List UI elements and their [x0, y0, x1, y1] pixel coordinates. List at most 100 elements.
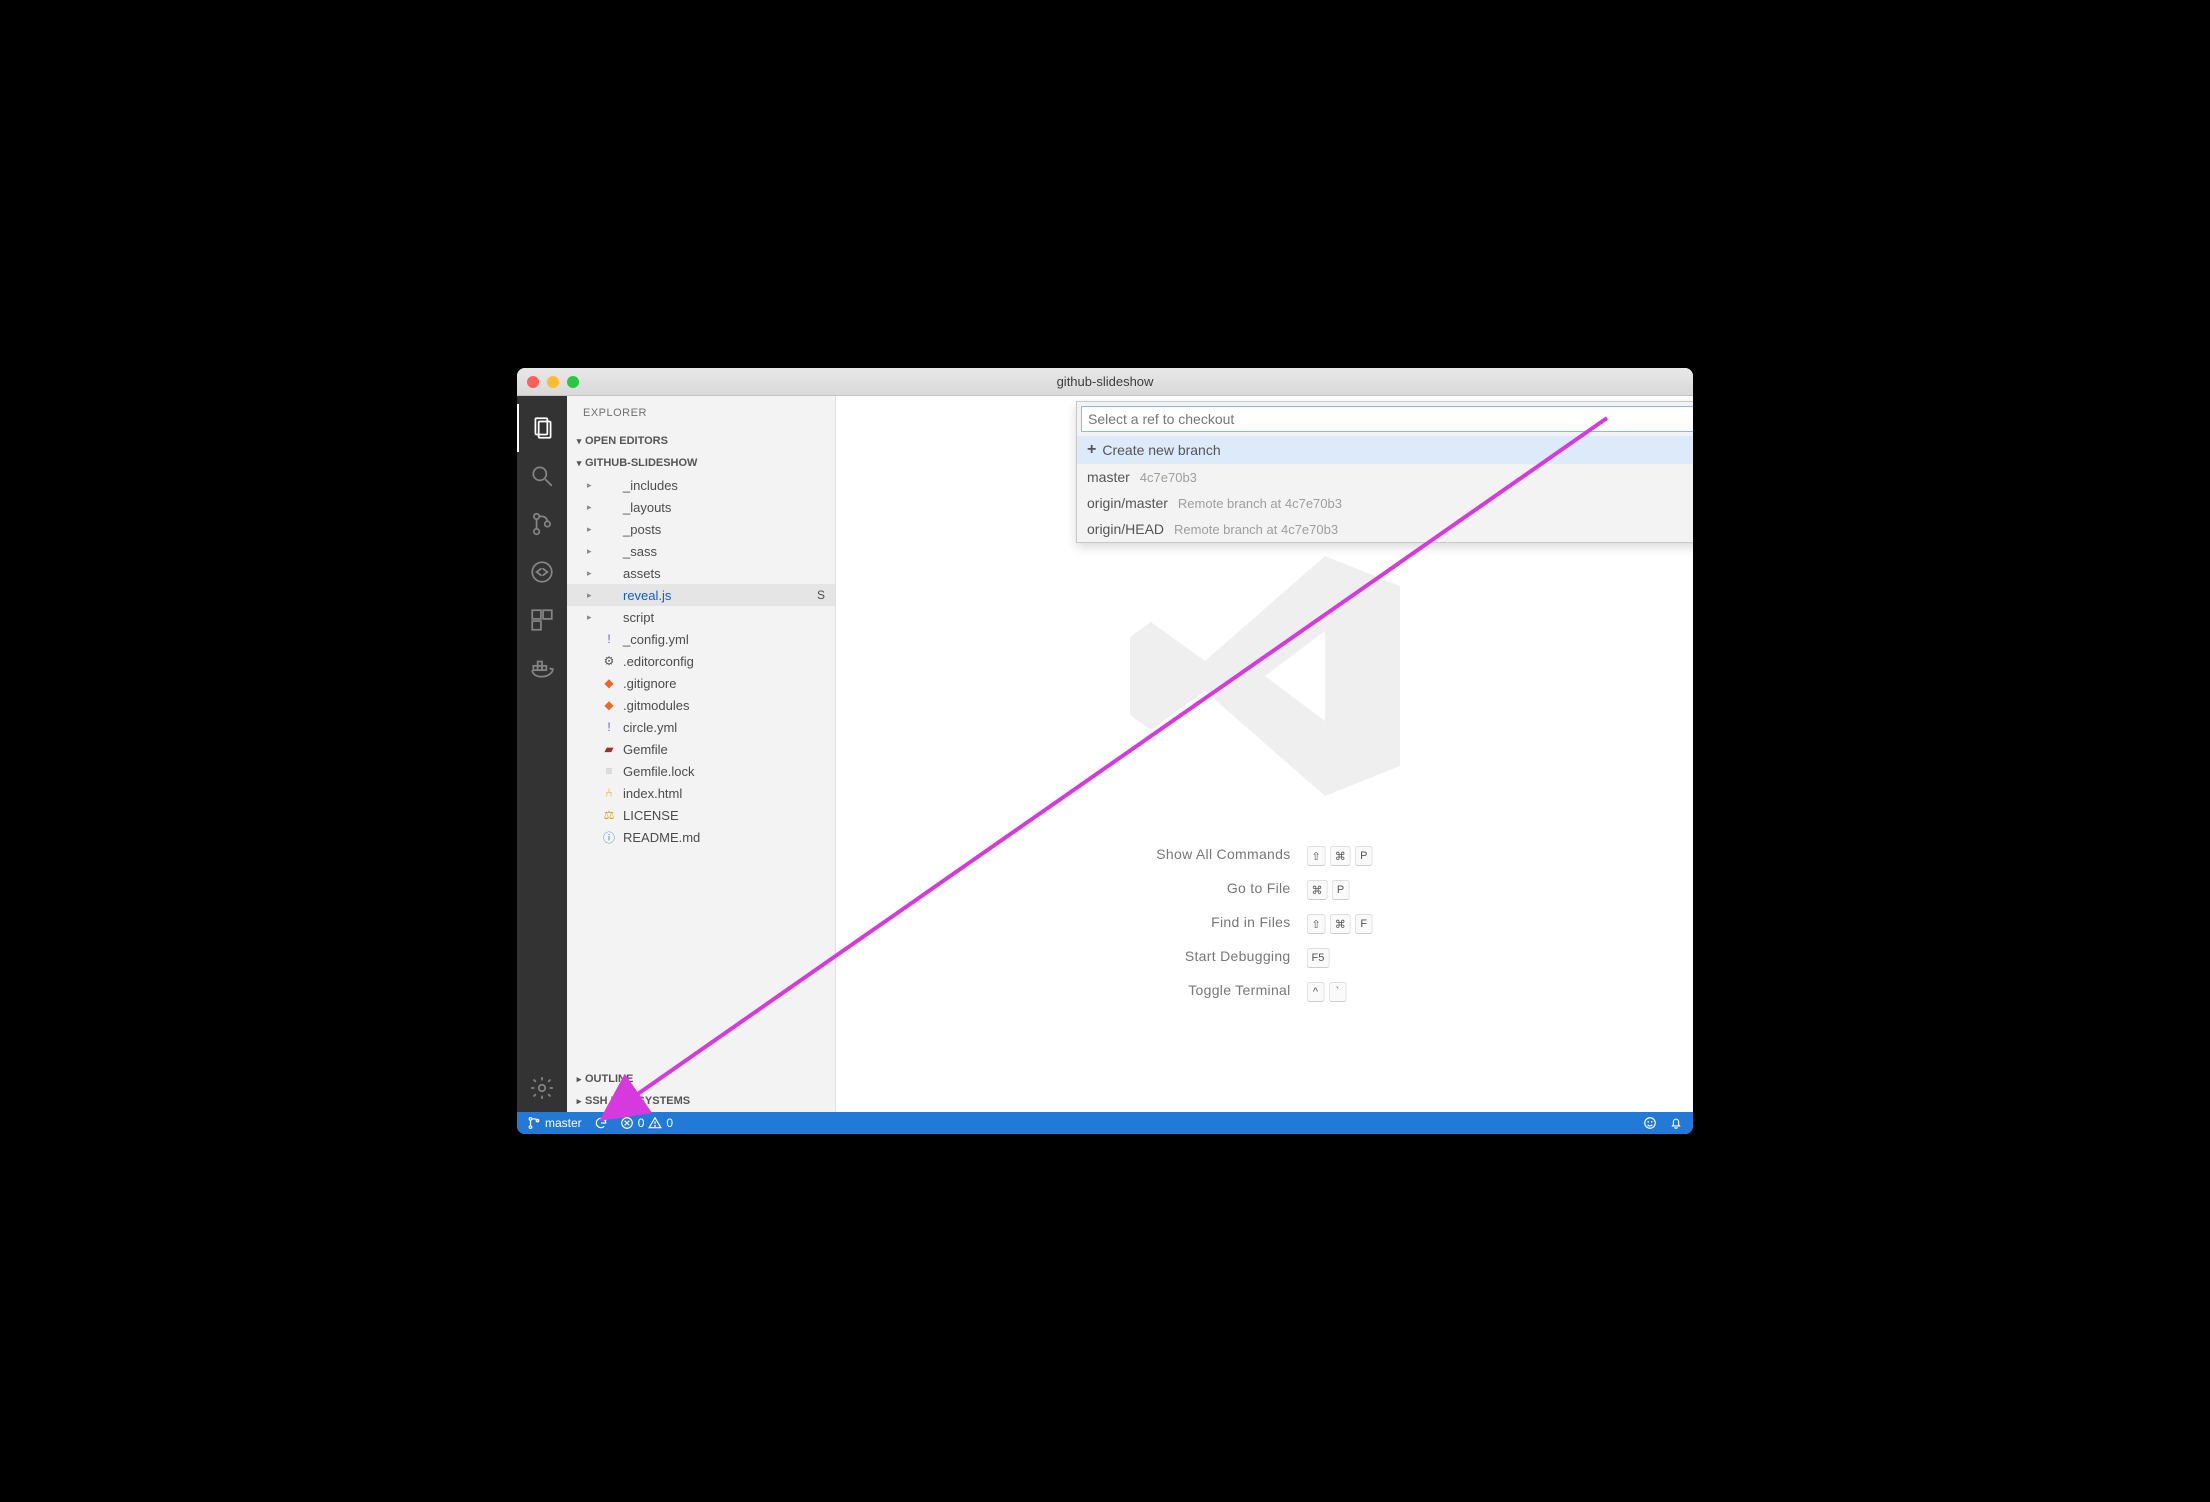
file-item[interactable]: ⚖LICENSE: [567, 804, 835, 826]
traffic-lights: [517, 376, 579, 388]
notifications-button[interactable]: [1669, 1116, 1683, 1130]
folder-item[interactable]: ▸_includes: [567, 474, 835, 496]
folder-item[interactable]: ▸reveal.jsS: [567, 584, 835, 606]
extensions-icon[interactable]: [517, 596, 567, 644]
quickpick-item[interactable]: origin/masterRemote branch at 4c7e70b3: [1077, 490, 1693, 516]
vscode-logo-watermark: [1075, 526, 1455, 826]
debug-icon[interactable]: [517, 548, 567, 596]
tree-item-label: _includes: [623, 478, 678, 493]
problems-indicator[interactable]: 0 0: [620, 1116, 673, 1130]
tree-item-label: .gitmodules: [623, 698, 689, 713]
warning-icon: [648, 1116, 662, 1130]
tree-item-label: assets: [623, 566, 661, 581]
file-item[interactable]: ⚙.editorconfig: [567, 650, 835, 672]
key: ⇧: [1307, 846, 1326, 866]
branch-indicator[interactable]: master: [527, 1116, 582, 1130]
explorer-icon[interactable]: [517, 404, 567, 452]
titlebar: github-slideshow: [517, 368, 1693, 396]
tree-item-label: _layouts: [623, 500, 671, 515]
quicklink-label: Toggle Terminal: [1156, 982, 1290, 1002]
tree-item-label: _sass: [623, 544, 657, 559]
quickpick-item-label: master: [1087, 469, 1130, 485]
outline-label: OUTLINE: [585, 1073, 633, 1085]
chevron-down-icon: ▾: [573, 436, 585, 447]
key: P: [1332, 880, 1350, 900]
file-item[interactable]: ⑃index.html: [567, 782, 835, 804]
maximize-window-button[interactable]: [567, 376, 579, 388]
smiley-icon: [1643, 1116, 1657, 1130]
chevron-right-icon: ▸: [587, 568, 595, 579]
folder-icon: [601, 521, 617, 537]
sync-button[interactable]: [594, 1116, 608, 1130]
source-control-icon[interactable]: [517, 500, 567, 548]
key: ⇧: [1307, 914, 1326, 934]
file-item[interactable]: ◆.gitignore: [567, 672, 835, 694]
folder-item[interactable]: ▸_sass: [567, 540, 835, 562]
open-editors-section[interactable]: ▾ OPEN EDITORS: [567, 430, 835, 452]
quicklink-label: Start Debugging: [1156, 948, 1290, 968]
sync-icon: [594, 1116, 608, 1130]
chevron-right-icon: ▸: [587, 502, 595, 513]
close-window-button[interactable]: [527, 376, 539, 388]
chevron-right-icon: ▸: [587, 612, 595, 623]
quicklink-keys: ⇧⌘P: [1307, 846, 1373, 866]
explorer-sidebar: EXPLORER ▾ OPEN EDITORS ▾ GITHUB-SLIDESH…: [567, 396, 835, 1112]
window-body: EXPLORER ▾ OPEN EDITORS ▾ GITHUB-SLIDESH…: [517, 396, 1693, 1112]
tree-item-label: README.md: [623, 830, 700, 845]
status-bar: master 0 0: [517, 1112, 1693, 1134]
ssh-section[interactable]: ▸ SSH FILE SYSTEMS: [567, 1090, 835, 1112]
key: ^: [1307, 982, 1325, 1002]
quickpick-item[interactable]: origin/HEADRemote branch at 4c7e70b3: [1077, 516, 1693, 542]
quickpick-item-detail: Remote branch at 4c7e70b3: [1174, 522, 1338, 537]
welcome-quicklinks: Show All Commands⇧⌘PGo to File⌘PFind in …: [1156, 846, 1372, 1002]
key: ⌘: [1330, 914, 1351, 934]
folder-icon: [601, 609, 617, 625]
folder-icon: [601, 499, 617, 515]
file-icon: ≡: [601, 763, 617, 779]
chevron-right-icon: ▸: [587, 590, 595, 601]
file-item[interactable]: !circle.yml: [567, 716, 835, 738]
folder-item[interactable]: ▸ assets: [567, 562, 835, 584]
key: P: [1355, 846, 1373, 866]
quicklink-keys: ⇧⌘F: [1307, 914, 1373, 934]
folder-icon: [601, 587, 617, 603]
file-icon: ⚙: [601, 653, 617, 669]
chevron-right-icon: ▸: [587, 524, 595, 535]
folder-icon: [601, 477, 617, 493]
file-icon: ◆: [601, 697, 617, 713]
key: `: [1329, 982, 1347, 1002]
settings-gear-icon[interactable]: [517, 1064, 567, 1112]
file-icon: ▰: [601, 741, 617, 757]
key: ⌘: [1330, 846, 1351, 866]
warning-count: 0: [666, 1116, 673, 1130]
file-item[interactable]: ⓘREADME.md: [567, 826, 835, 848]
error-count: 0: [638, 1116, 645, 1130]
file-tree: ▸_includes▸_layouts▸_posts▸_sass▸assets▸…: [567, 474, 835, 1068]
ref-quickpick: +Create new branchmaster4c7e70b3origin/m…: [1076, 401, 1693, 543]
feedback-button[interactable]: [1643, 1116, 1657, 1130]
editor-area: Show All Commands⇧⌘PGo to File⌘PFind in …: [835, 396, 1693, 1112]
sidebar-title: EXPLORER: [567, 396, 835, 430]
file-item[interactable]: ▰ Gemfile: [567, 738, 835, 760]
search-icon[interactable]: [517, 452, 567, 500]
folder-item[interactable]: ▸ _layouts: [567, 496, 835, 518]
file-icon: !: [601, 719, 617, 735]
quickpick-input[interactable]: [1081, 406, 1693, 432]
file-item[interactable]: ≡Gemfile.lock: [567, 760, 835, 782]
bell-icon: [1669, 1116, 1683, 1130]
file-icon: !: [601, 631, 617, 647]
tree-item-label: Gemfile: [623, 742, 668, 757]
quickpick-item[interactable]: +Create new branch: [1077, 436, 1693, 464]
outline-section[interactable]: ▸ OUTLINE: [567, 1068, 835, 1090]
item-badge: S: [817, 588, 825, 602]
docker-icon[interactable]: [517, 644, 567, 692]
quickpick-item[interactable]: master4c7e70b3: [1077, 464, 1693, 490]
minimize-window-button[interactable]: [547, 376, 559, 388]
folder-item[interactable]: ▸_posts: [567, 518, 835, 540]
file-item[interactable]: ◆ .gitmodules: [567, 694, 835, 716]
file-item[interactable]: !_config.yml: [567, 628, 835, 650]
folder-item[interactable]: ▸script: [567, 606, 835, 628]
quicklink-label: Show All Commands: [1156, 846, 1290, 866]
repo-section[interactable]: ▾ GITHUB-SLIDESHOW: [567, 452, 835, 474]
branch-icon: [527, 1116, 541, 1130]
